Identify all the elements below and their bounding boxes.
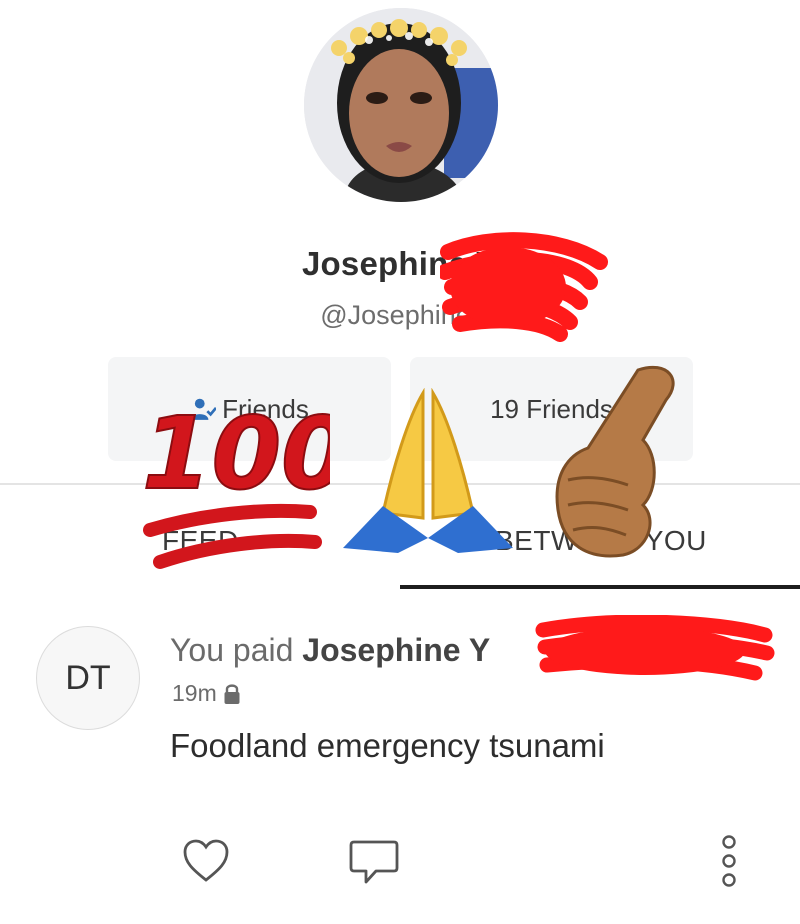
heart-icon[interactable]	[182, 838, 230, 884]
comment-icon[interactable]	[348, 838, 400, 886]
person-icon	[191, 398, 217, 420]
tab-active-indicator	[400, 585, 800, 589]
transaction-avatar[interactable]: DT	[36, 626, 140, 730]
tab-feed[interactable]: FEED	[162, 515, 239, 567]
lock-icon	[224, 683, 240, 704]
profile-name: Josephine Y	[302, 245, 498, 282]
tabs-divider	[0, 483, 800, 485]
more-icon[interactable]	[718, 834, 740, 888]
transaction-meta: 19m	[172, 680, 241, 707]
mutual-friends-button[interactable]: 19 Friends	[410, 357, 693, 461]
redaction-scribble-transaction	[535, 615, 775, 681]
transaction-title: You paid Josephine Y	[170, 632, 490, 669]
mutual-friends-label: 19 Friends	[490, 393, 613, 424]
transaction-prefix: You paid	[170, 632, 303, 668]
tab-between-you[interactable]: BETWEEN YOU	[495, 515, 707, 567]
profile-photo	[304, 8, 498, 202]
friends-label: Friends	[222, 393, 309, 424]
friends-button[interactable]: Friends	[108, 357, 391, 461]
profile-avatar[interactable]	[304, 8, 498, 202]
transaction-note: Foodland emergency tsunami	[170, 727, 605, 764]
transaction-recipient[interactable]: Josephine Y	[302, 632, 490, 668]
profile-handle: @Josephine-	[320, 300, 480, 330]
transaction-time: 19m	[172, 680, 217, 706]
